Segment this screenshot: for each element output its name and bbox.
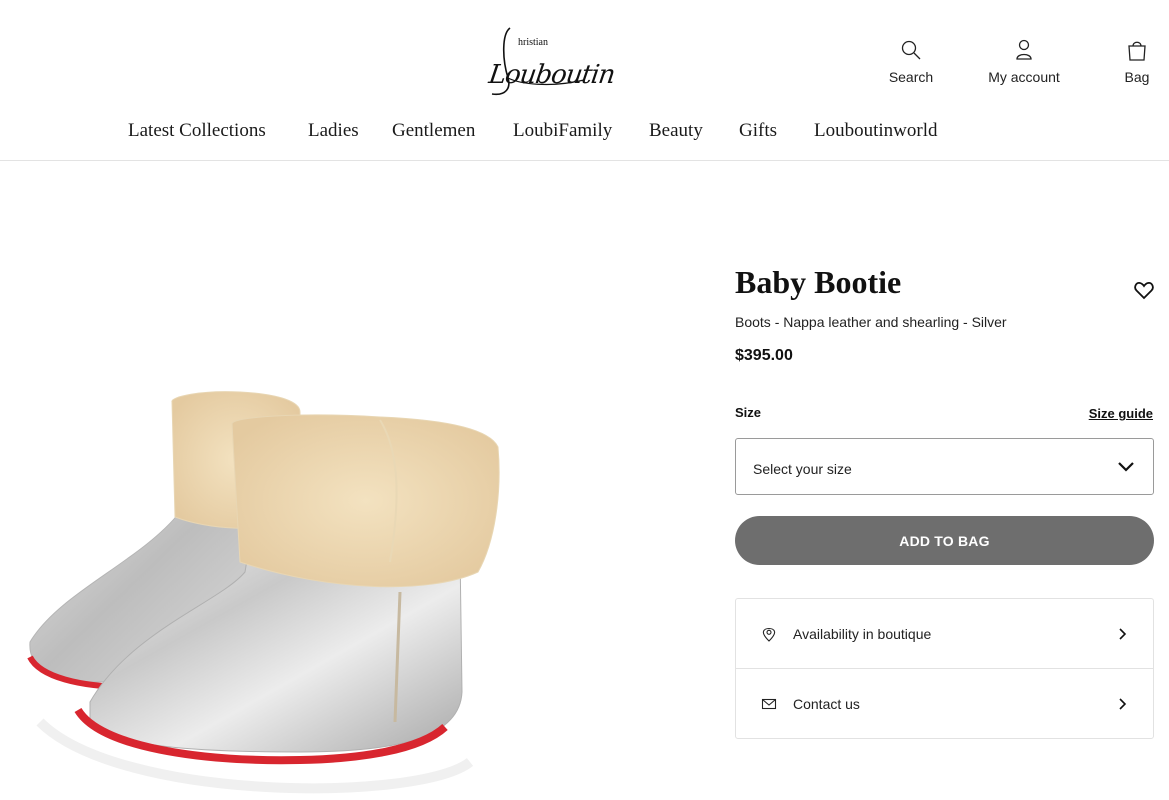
my-account-button[interactable]: My account [984,38,1064,85]
size-guide-link[interactable]: Size guide [1089,406,1153,421]
product-subtitle: Boots - Nappa leather and shearling - Si… [735,314,1007,330]
size-label: Size [735,405,762,420]
size-select-value: Select your size [753,461,852,477]
size-select[interactable]: Select your size [735,438,1154,495]
product-title: Baby Bootie [735,264,902,300]
brand-logo[interactable]: hristian Louboutin [480,18,616,102]
bag-button[interactable]: Bag [1120,38,1154,85]
nav-louboutinworld[interactable]: Louboutinworld [814,120,938,142]
main-navigation: Latest Collections Ladies Gentlemen Loub… [0,120,1169,146]
baby-bootie-image [27,391,500,794]
nav-loubifamily[interactable]: LoubiFamily [513,120,612,142]
bag-icon [1127,38,1147,62]
search-button[interactable]: Search [886,38,936,85]
logo-small-text: hristian [518,37,548,48]
availability-in-boutique-label: Availability in boutique [793,626,932,642]
product-price: $395.00 [735,347,793,364]
location-pin-icon [761,626,777,642]
product-image[interactable] [0,162,700,800]
chevron-right-icon [1118,697,1128,711]
services-panel: Availability in boutique Contact us [735,598,1154,739]
envelope-icon [761,696,777,712]
nav-gifts[interactable]: Gifts [739,120,777,142]
chevron-right-icon [1118,627,1128,641]
availability-in-boutique-row[interactable]: Availability in boutique [736,599,1153,669]
search-label: Search [888,69,934,85]
search-icon [900,38,922,62]
user-icon [1015,38,1033,62]
heart-icon[interactable] [1133,279,1155,301]
nav-beauty[interactable]: Beauty [649,120,703,142]
logo-signature-text: Louboutin [486,60,617,90]
chevron-down-icon [1117,459,1135,475]
add-to-bag-button[interactable]: ADD TO BAG [735,516,1154,565]
bag-label: Bag [1124,69,1150,85]
nav-latest-collections[interactable]: Latest Collections [128,120,266,142]
contact-us-row[interactable]: Contact us [736,669,1153,739]
nav-ladies[interactable]: Ladies [308,120,359,142]
site-header: hristian Louboutin Search My account Bag… [0,0,1169,161]
contact-us-label: Contact us [793,696,860,712]
my-account-label: My account [988,69,1060,85]
nav-gentlemen[interactable]: Gentlemen [392,120,475,142]
